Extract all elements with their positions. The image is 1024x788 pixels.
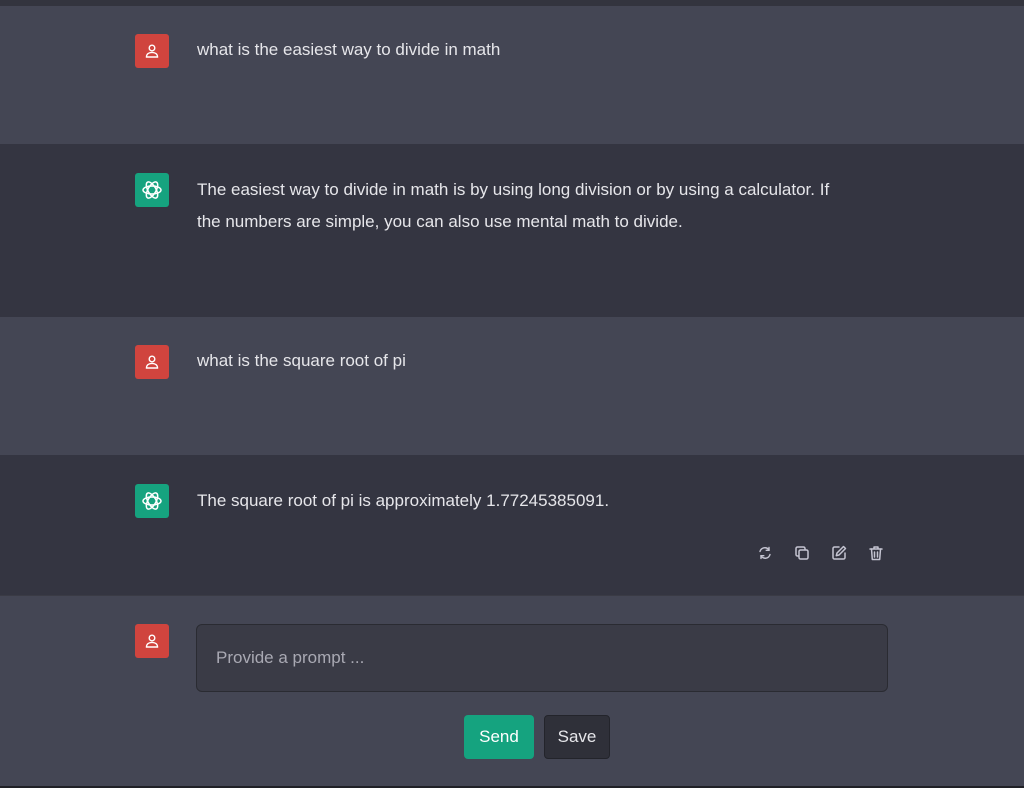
save-button[interactable]: Save	[544, 715, 610, 759]
user-avatar	[135, 624, 169, 658]
message-text: The square root of pi is approximately 1…	[197, 491, 610, 510]
user-avatar	[135, 345, 169, 379]
assistant-avatar	[135, 484, 169, 518]
delete-button[interactable]	[865, 542, 886, 563]
message-text: what is the easiest way to divide in mat…	[197, 40, 501, 59]
message-assistant: The square root of pi is approximately 1…	[0, 455, 1024, 595]
chat-page: what is the easiest way to divide in mat…	[0, 0, 1024, 788]
composer: Send Save	[0, 595, 1024, 786]
user-icon	[145, 634, 159, 648]
delete-icon	[868, 545, 883, 560]
openai-logo-icon	[142, 492, 162, 510]
message-text: what is the square root of pi	[197, 351, 406, 370]
user-avatar	[135, 34, 169, 68]
assistant-avatar	[135, 173, 169, 207]
prompt-input[interactable]	[196, 624, 888, 692]
copy-icon	[794, 545, 809, 560]
edit-icon	[831, 545, 846, 560]
message-text: The easiest way to divide in math is by …	[197, 180, 830, 231]
copy-button[interactable]	[791, 542, 812, 563]
regenerate-icon	[758, 546, 771, 559]
message-user: what is the easiest way to divide in mat…	[0, 6, 1024, 144]
send-button[interactable]: Send	[464, 715, 534, 759]
user-icon	[145, 44, 159, 58]
message-assistant: The easiest way to divide in math is by …	[0, 144, 1024, 317]
message-actions	[754, 542, 886, 563]
edit-button[interactable]	[828, 542, 849, 563]
user-icon	[145, 355, 159, 369]
openai-logo-icon	[142, 181, 162, 199]
message-user: what is the square root of pi	[0, 317, 1024, 455]
regenerate-button[interactable]	[754, 542, 775, 563]
